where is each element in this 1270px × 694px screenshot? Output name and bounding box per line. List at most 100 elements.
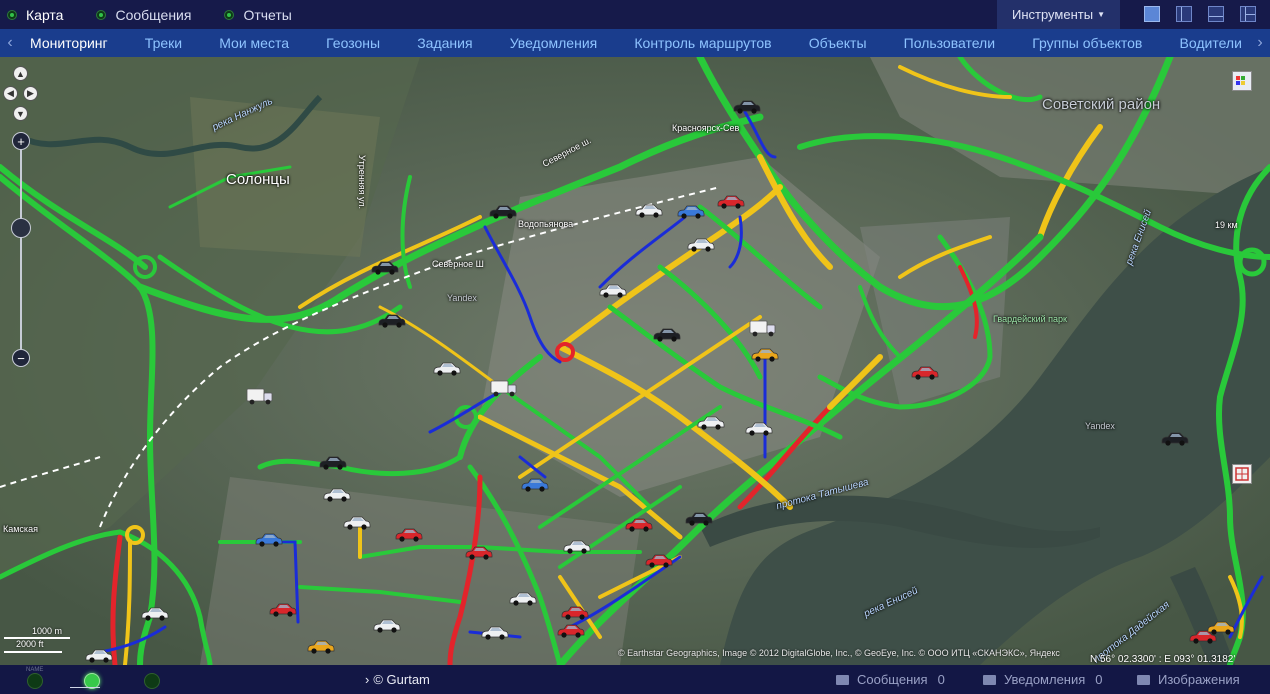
unit-car-marker[interactable]	[644, 553, 674, 569]
messages-counter[interactable]: Сообщения 0	[836, 672, 945, 687]
unit-car-marker[interactable]	[268, 602, 298, 618]
zoom-slider-handle[interactable]	[11, 218, 31, 238]
zoom-track[interactable]	[20, 149, 22, 349]
unit-truck-marker[interactable]	[489, 379, 519, 397]
unit-car-marker[interactable]	[910, 365, 940, 381]
unit-car-marker[interactable]	[556, 623, 586, 639]
tab-route-control[interactable]: Контроль маршрутов	[634, 35, 771, 51]
pan-up-button[interactable]: ▲	[13, 66, 28, 81]
unit-car-marker[interactable]	[684, 511, 714, 527]
unit-car-marker[interactable]	[716, 194, 746, 210]
tab-users[interactable]: Пользователи	[904, 35, 995, 51]
top-tab-map[interactable]: Карта	[8, 7, 63, 23]
tab-notifications[interactable]: Уведомления	[510, 35, 598, 51]
map-view[interactable]: Солонцы Советский район река Нанжуль Сев…	[0, 57, 1270, 665]
unit-car-marker[interactable]	[254, 532, 284, 548]
scale-imperial-bar	[4, 651, 62, 653]
car-icon	[371, 261, 399, 275]
unit-car-marker[interactable]	[377, 313, 407, 329]
unit-truck-marker[interactable]	[245, 387, 275, 405]
tab-tasks[interactable]: Задания	[417, 35, 472, 51]
images-label: Изображения	[1158, 672, 1240, 687]
unit-car-marker[interactable]	[322, 487, 352, 503]
unit-car-marker[interactable]	[1206, 620, 1236, 636]
tools-label: Инструменты	[1012, 7, 1094, 22]
module-tabs: Мониторинг Треки Мои места Геозоны Задан…	[20, 35, 1250, 51]
tab-unit-groups[interactable]: Группы объектов	[1032, 35, 1142, 51]
unit-car-marker[interactable]	[432, 361, 462, 377]
notifications-counter[interactable]: Уведомления 0	[983, 672, 1103, 687]
car-icon	[255, 533, 283, 547]
unit-car-marker[interactable]	[488, 204, 518, 220]
tab-monitoring[interactable]: Мониторинг	[30, 35, 108, 51]
unit-car-marker[interactable]	[1160, 431, 1190, 447]
scale-imperial-label: 2000 ft	[16, 639, 44, 649]
unit-car-marker[interactable]	[84, 648, 114, 664]
car-icon	[343, 516, 371, 530]
unit-car-marker[interactable]	[342, 515, 372, 531]
layout-split-vertical-button[interactable]	[1176, 6, 1192, 22]
unit-car-marker[interactable]	[370, 260, 400, 276]
car-icon	[141, 607, 169, 621]
unit-car-marker[interactable]	[744, 421, 774, 437]
map-options-button[interactable]	[1232, 464, 1252, 484]
tabs-next-button[interactable]: ›	[1250, 34, 1270, 52]
car-icon	[563, 540, 591, 554]
unit-car-marker[interactable]	[750, 347, 780, 363]
images-button[interactable]: Изображения	[1137, 672, 1240, 687]
car-icon	[645, 554, 673, 568]
top-tab-reports[interactable]: Отчеты	[225, 6, 292, 23]
pan-right-button[interactable]: ▶	[23, 86, 38, 101]
tab-tracks[interactable]: Треки	[145, 35, 182, 51]
unit-car-marker[interactable]	[480, 625, 510, 641]
zoom-in-button[interactable]: +	[12, 132, 30, 150]
tab-my-places[interactable]: Мои места	[219, 35, 289, 51]
pan-down-button[interactable]: ▼	[13, 106, 28, 121]
unit-car-marker[interactable]	[652, 327, 682, 343]
tab-units[interactable]: Объекты	[809, 35, 867, 51]
unit-car-marker[interactable]	[372, 618, 402, 634]
unit-car-marker[interactable]	[624, 517, 654, 533]
unit-car-marker[interactable]	[520, 477, 550, 493]
notifications-label: Уведомления	[1004, 672, 1086, 687]
top-tab-messages[interactable]: Сообщения	[97, 7, 191, 23]
unit-car-marker[interactable]	[140, 606, 170, 622]
status-dot-icon	[8, 10, 16, 19]
unit-car-marker[interactable]	[306, 639, 336, 655]
unit-car-marker[interactable]	[394, 527, 424, 543]
unit-car-marker[interactable]	[464, 545, 494, 561]
layout-map-only-button[interactable]	[1144, 6, 1160, 22]
tabs-prev-button[interactable]: ‹	[0, 34, 20, 52]
tools-dropdown-button[interactable]: Инструменты ▼	[997, 0, 1120, 29]
layers-icon	[1236, 76, 1245, 85]
unit-car-marker[interactable]	[634, 203, 664, 219]
car-icon	[653, 328, 681, 342]
car-icon	[745, 422, 773, 436]
unit-truck-marker[interactable]	[748, 319, 778, 337]
unit-car-marker[interactable]	[562, 539, 592, 555]
layers-switcher-button[interactable]	[1232, 71, 1252, 91]
brand-label: © Gurtam	[373, 672, 430, 687]
unit-car-marker[interactable]	[686, 237, 716, 253]
unit-car-marker[interactable]	[598, 283, 628, 299]
indicator-underline	[70, 687, 100, 688]
unit-car-marker[interactable]	[560, 605, 590, 621]
unit-car-marker[interactable]	[318, 455, 348, 471]
label-kamskaya: Камская	[3, 524, 38, 534]
unit-car-marker[interactable]	[696, 415, 726, 431]
status-dot-icon	[97, 10, 106, 19]
brand-link[interactable]: › © Gurtam	[365, 672, 430, 687]
sound-indicator-icon[interactable]	[144, 673, 160, 689]
pan-left-button[interactable]: ◀	[3, 86, 18, 101]
zoom-out-button[interactable]: −	[12, 349, 30, 367]
tab-geofences[interactable]: Геозоны	[326, 35, 380, 51]
unit-car-marker[interactable]	[508, 591, 538, 607]
layout-split-horizontal-button[interactable]	[1208, 6, 1224, 22]
tab-drivers[interactable]: Водители	[1180, 35, 1242, 51]
unit-car-marker[interactable]	[732, 99, 762, 115]
label-yandex-1: Yandex	[447, 293, 477, 303]
top-tab-label: Отчеты	[243, 6, 292, 23]
unit-car-marker[interactable]	[676, 204, 706, 220]
car-icon	[717, 195, 745, 209]
layout-split-quad-button[interactable]	[1240, 6, 1256, 22]
